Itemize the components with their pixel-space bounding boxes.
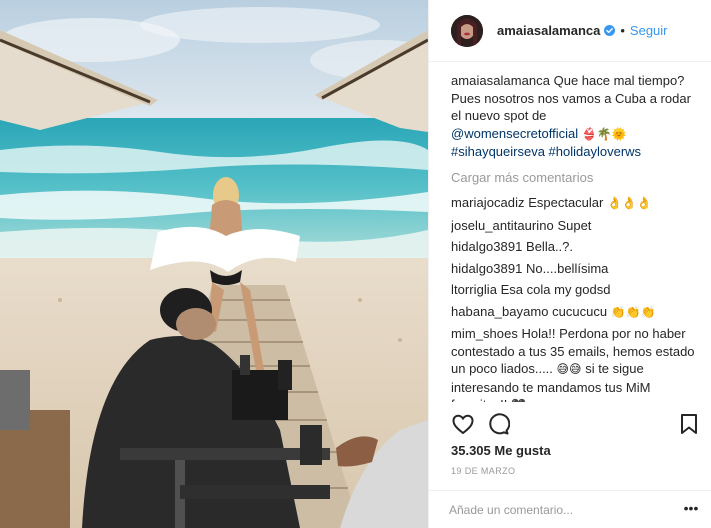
comment-item: hidalgo3891 No....bellísima: [451, 260, 699, 278]
likes-count[interactable]: 35.305 Me gusta: [451, 443, 551, 458]
bookmark-icon[interactable]: [677, 412, 701, 436]
caption-hashtags[interactable]: #sihayqueirseva #holidayloverws: [451, 144, 641, 159]
likes-count-text: 35.305 Me gusta: [451, 443, 551, 458]
comment-input[interactable]: [449, 501, 679, 519]
comment-icon[interactable]: [486, 412, 510, 436]
comment-text: No....bellísima: [526, 260, 609, 276]
header-separator: •: [620, 23, 625, 38]
post-date: 19 DE MARZO: [451, 466, 516, 476]
comment-text: cucucucu: [552, 303, 608, 319]
comment-emoji: 😅😅: [556, 362, 582, 376]
comment-text: Supet: [557, 217, 592, 233]
comment-emoji: 👌👌👌: [606, 196, 652, 210]
post-header: amaiasalamanca • Seguir: [429, 0, 711, 62]
comment-item: hidalgo3891 Bella..?.: [451, 238, 699, 256]
beach-photo-illustration: [0, 0, 428, 528]
caption-mention[interactable]: @womensecretofficial: [451, 126, 578, 141]
comment-emoji: 👏👏👏: [610, 304, 656, 319]
verified-badge-icon: [604, 25, 616, 36]
comment-text: Espectacular: [528, 195, 604, 210]
comment-username[interactable]: mariajocadiz: [451, 195, 525, 210]
comment-text: Bella..?.: [526, 239, 574, 254]
comment-item: joselu_antitaurino Supet: [451, 217, 699, 235]
post-caption: amaiasalamanca Que hace mal tiempo? Pues…: [451, 72, 699, 161]
comment-item: habana_bayamo cucucucu 👏👏👏: [451, 303, 699, 322]
comment-username[interactable]: habana_bayamo: [451, 304, 549, 319]
comment-text: Esa cola my godsd: [500, 282, 611, 297]
comment-username[interactable]: mim_shoes: [451, 326, 518, 341]
load-more-comments-link[interactable]: Cargar más comentarios: [451, 169, 699, 187]
add-comment-section: •••: [429, 490, 711, 528]
comment-username[interactable]: hidalgo3891: [451, 239, 522, 254]
follow-button[interactable]: Seguir: [630, 23, 668, 38]
post-actions-bar: [451, 410, 701, 438]
comment-item: mim_shoes Hola!! Perdona por no haber co…: [451, 325, 699, 402]
comment-item: ltorriglia Esa cola my godsd: [451, 281, 699, 299]
caption-emojis: 👙🌴🌞: [581, 126, 627, 141]
avatar[interactable]: [451, 14, 483, 47]
avatar-image: [451, 14, 483, 47]
more-options-icon[interactable]: •••: [682, 501, 700, 519]
heart-icon[interactable]: [451, 412, 475, 436]
comment-username[interactable]: ltorriglia: [451, 282, 497, 297]
comment-username[interactable]: hidalgo3891: [451, 261, 522, 276]
caption-username[interactable]: amaiasalamanca: [451, 73, 550, 88]
header-username[interactable]: amaiasalamanca: [497, 23, 600, 38]
post-details-panel: amaiasalamanca • Seguir amaiasalamanca Q…: [428, 0, 711, 528]
comments-list: amaiasalamanca Que hace mal tiempo? Pues…: [451, 72, 699, 402]
comment-item: mariajocadiz Espectacular 👌👌👌: [451, 194, 699, 213]
comment-username[interactable]: joselu_antitaurino: [451, 218, 554, 233]
comment-emoji-heart: 🖤: [511, 398, 526, 402]
post-photo[interactable]: [0, 0, 428, 528]
